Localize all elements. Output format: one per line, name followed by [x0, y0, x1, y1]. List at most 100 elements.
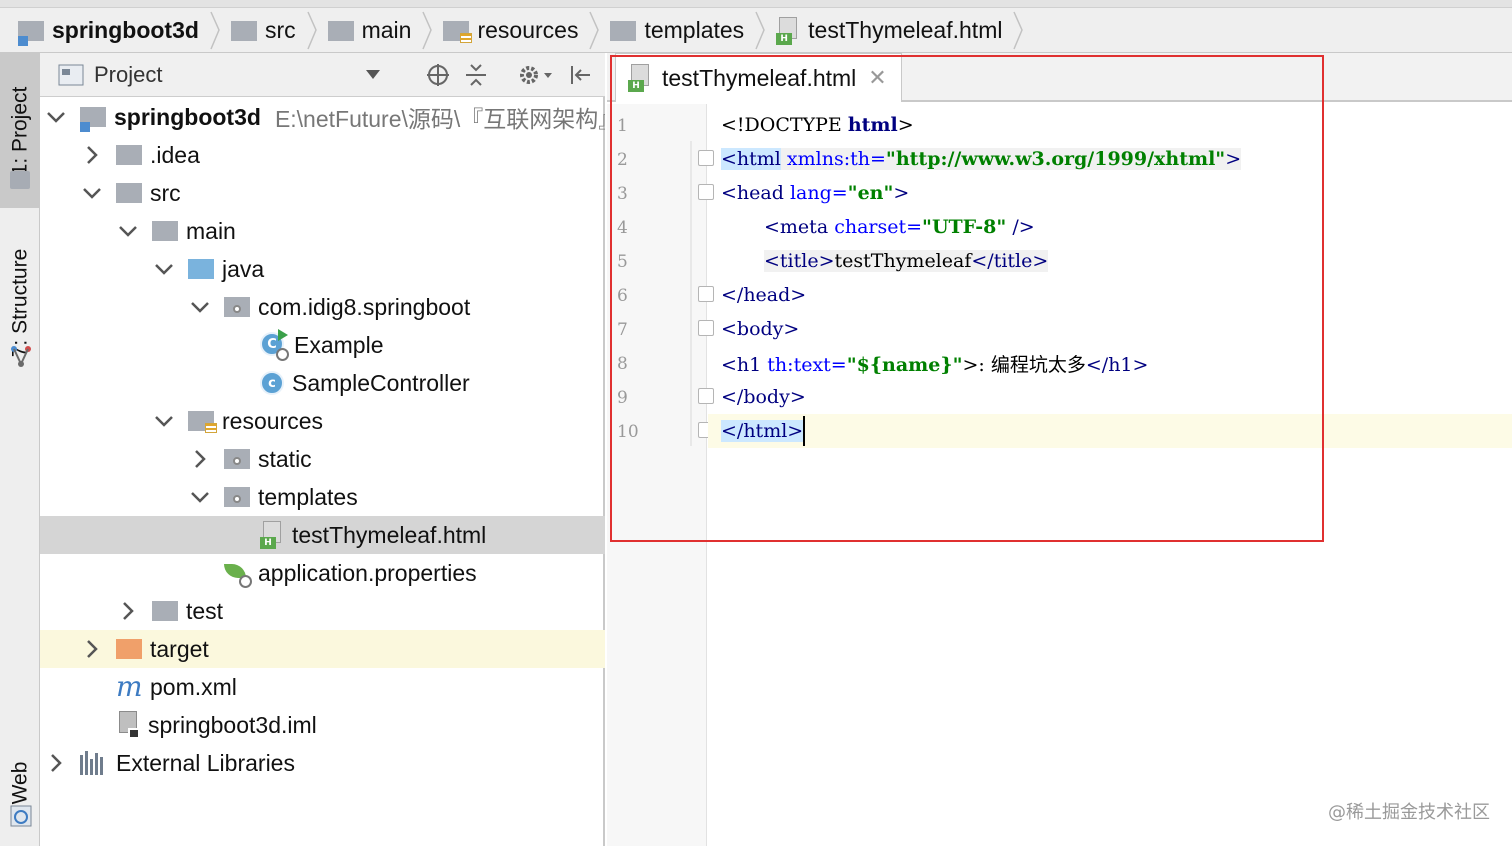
tree-item-test[interactable]: test [40, 592, 605, 630]
line-number: 8 [617, 354, 628, 374]
breadcrumb-label: main [361, 17, 412, 43]
gear-icon[interactable] [516, 61, 556, 89]
locate-file-icon[interactable] [424, 61, 452, 89]
tree-item-idea[interactable]: .idea [40, 136, 605, 174]
chevron-down-icon[interactable] [116, 219, 140, 243]
project-tool-window: Project springboot3d E:\netFuture\源码\『互联… [40, 53, 605, 846]
module-folder-icon [80, 107, 106, 132]
tree-item-iml[interactable]: springboot3d.iml [40, 706, 605, 744]
editor-gutter: 1 2 3 4 5 6 7 8 9 10 [607, 104, 714, 846]
breadcrumb-separator-icon [755, 11, 765, 50]
tree-item-label: templates [258, 483, 358, 510]
code-line: <head lang="en"> [721, 182, 910, 204]
chevron-down-icon[interactable] [188, 295, 212, 319]
tree-item-testthymeleaf[interactable]: H testThymeleaf.html [40, 516, 605, 554]
folder-icon [116, 183, 142, 203]
tree-item-label: pom.xml [150, 673, 237, 700]
chevron-right-icon[interactable] [44, 751, 68, 775]
iml-file-icon [116, 711, 140, 739]
tree-item-static[interactable]: static [40, 440, 605, 478]
breadcrumb-separator-icon [210, 11, 220, 50]
tree-item-package[interactable]: com.idig8.springboot [40, 288, 605, 326]
module-folder-icon [18, 20, 44, 46]
tree-item-resources[interactable]: resources [40, 402, 605, 440]
window-top-strip [0, 0, 1512, 8]
package-icon [224, 297, 250, 317]
code-line: </head> [721, 284, 807, 306]
chevron-right-icon[interactable] [80, 637, 104, 661]
close-icon[interactable]: ✕ [868, 65, 886, 91]
chevron-down-icon[interactable] [152, 257, 176, 281]
tree-item-label: static [258, 445, 312, 472]
breadcrumb-item-templates[interactable]: templates [610, 8, 752, 53]
breadcrumb-item-resources[interactable]: resources [443, 8, 586, 53]
tree-item-samplecontroller[interactable]: c SampleController [40, 364, 605, 402]
left-tool-window-strip: 1: Project 7: Structure Web [0, 53, 40, 846]
chevron-down-icon[interactable] [44, 105, 68, 129]
line-number: 3 [617, 184, 628, 204]
tool-tab-project-label: 1: Project [8, 86, 31, 175]
editor-tab-testthymeleaf[interactable]: H testThymeleaf.html ✕ [615, 53, 902, 102]
breadcrumb-separator-icon [422, 11, 433, 50]
chevron-right-icon[interactable] [188, 447, 212, 471]
html-file-icon: H [776, 16, 800, 45]
line-number: 7 [617, 320, 628, 340]
tree-item-main[interactable]: main [40, 212, 605, 250]
breadcrumb-item-testthymeleaf[interactable]: H testThymeleaf.html [776, 8, 1010, 53]
tree-item-label: resources [222, 407, 323, 434]
folder-icon [224, 487, 250, 507]
chevron-right-icon[interactable] [80, 143, 104, 167]
chevron-down-icon[interactable] [152, 409, 176, 433]
breadcrumb-separator-icon [306, 11, 317, 50]
tree-item-springboot3d[interactable]: springboot3d E:\netFuture\源码\『互联网架构』 [40, 98, 605, 136]
tree-item-label: java [222, 255, 265, 282]
tree-item-label: SampleController [292, 369, 470, 396]
line-number: 9 [617, 388, 628, 408]
breadcrumb-item-src[interactable]: src [230, 8, 304, 53]
breadcrumb-item-main[interactable]: main [327, 8, 420, 53]
project-toolbar: Project [40, 53, 605, 97]
project-view-selector[interactable]: Project [58, 53, 162, 97]
code-editor[interactable]: <!DOCTYPE html> <html xmlns:th="http://w… [708, 104, 1512, 846]
folder-icon [224, 449, 250, 469]
tree-item-label: springboot3d [114, 103, 261, 130]
tree-item-external-libraries[interactable]: External Libraries [40, 744, 605, 782]
hide-panel-icon[interactable] [566, 61, 594, 89]
breadcrumb-label: testThymeleaf.html [808, 17, 1003, 43]
line-number: 6 [617, 286, 628, 306]
breadcrumb-separator-icon [1013, 11, 1024, 50]
code-line: <meta charset="UTF-8" /> [764, 216, 1035, 238]
tree-item-java[interactable]: java [40, 250, 605, 288]
tree-item-target[interactable]: target [40, 630, 605, 668]
collapse-all-icon[interactable] [462, 61, 490, 89]
spring-properties-icon [224, 560, 252, 588]
breadcrumb-label: springboot3d [52, 17, 199, 43]
breadcrumb-item-springboot3d[interactable]: springboot3d [18, 8, 207, 53]
html-file-icon: H [628, 64, 652, 92]
line-number: 2 [617, 150, 628, 170]
tree-item-src[interactable]: src [40, 174, 605, 212]
spring-boot-run-class-icon: C [260, 329, 289, 361]
tree-item-application-properties[interactable]: application.properties [40, 554, 605, 592]
resources-folder-icon [188, 411, 217, 433]
code-line-current: </html> [708, 414, 1512, 448]
tree-item-example[interactable]: C Example [40, 326, 605, 364]
tree-item-label: com.idig8.springboot [258, 293, 471, 320]
editor-tab-bar: H testThymeleaf.html ✕ [607, 53, 1512, 102]
tool-tab-structure-label: 7: Structure [8, 248, 31, 358]
chevron-right-icon[interactable] [116, 599, 140, 623]
project-title: Project [94, 62, 163, 87]
folder-icon [327, 20, 354, 41]
tree-item-label: testThymeleaf.html [292, 521, 487, 548]
maven-icon: m [116, 670, 143, 703]
chevron-down-icon[interactable] [366, 70, 380, 80]
chevron-down-icon[interactable] [188, 485, 212, 509]
line-number: 1 [617, 116, 628, 136]
editor-tab-label: testThymeleaf.html [662, 64, 857, 91]
line-number: 10 [617, 422, 639, 442]
tree-item-pom[interactable]: m pom.xml [40, 668, 605, 706]
libraries-icon [80, 751, 108, 775]
tree-item-templates[interactable]: templates [40, 478, 605, 516]
chevron-down-icon[interactable] [80, 181, 104, 205]
project-view-icon [58, 64, 84, 86]
